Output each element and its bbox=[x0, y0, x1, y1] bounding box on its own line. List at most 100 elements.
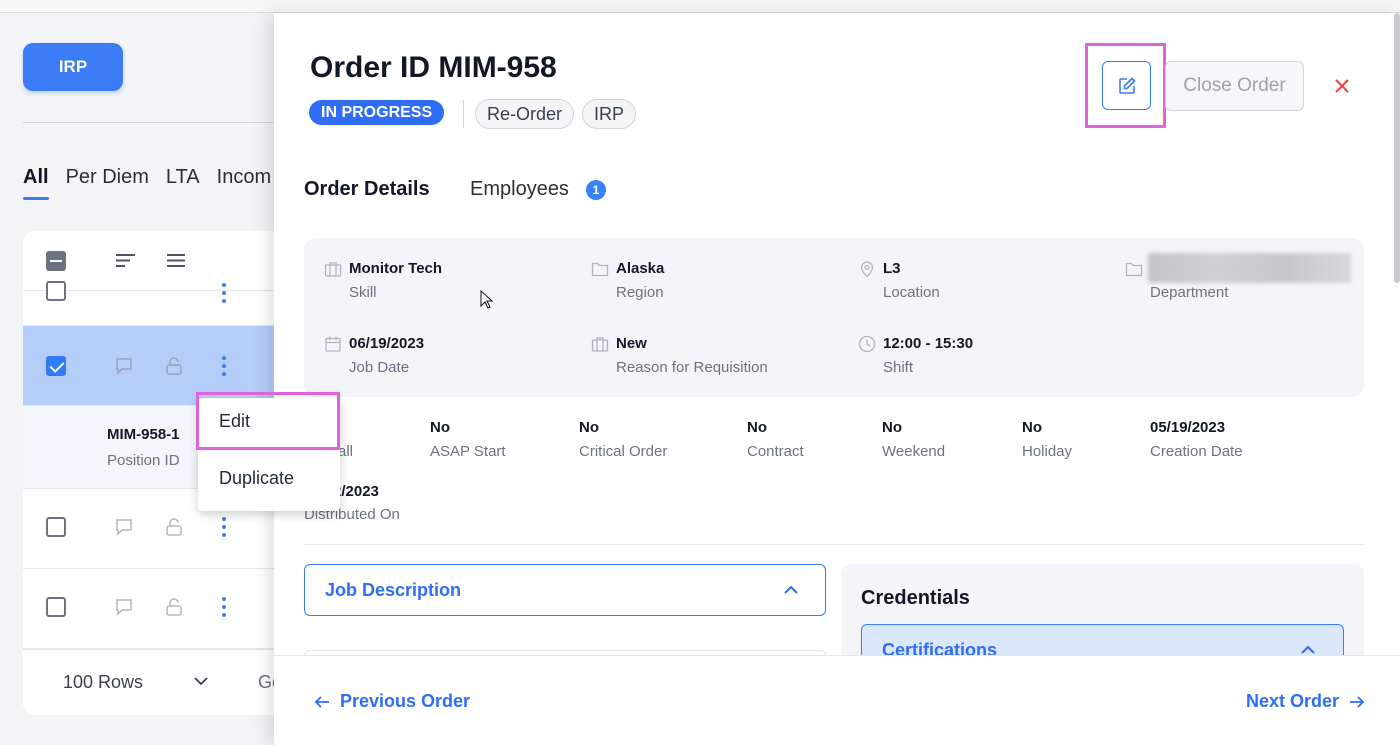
previous-order-button[interactable]: Previous Order bbox=[314, 691, 470, 712]
region-value: Alaska bbox=[616, 260, 665, 277]
location-pin-icon bbox=[860, 261, 874, 278]
flag-value: No bbox=[747, 419, 767, 436]
comment-icon[interactable] bbox=[114, 597, 134, 617]
briefcase-icon bbox=[591, 337, 609, 352]
flag-critical-order: No Critical Order bbox=[579, 419, 667, 460]
tab-incomplete[interactable]: Incom bbox=[217, 166, 271, 189]
reason-label: Reason for Requisition bbox=[616, 359, 768, 376]
next-order-button[interactable]: Next Order bbox=[1246, 691, 1365, 712]
shift-value: 12:00 - 15:30 bbox=[883, 335, 974, 352]
flag-asap-start: No ASAP Start bbox=[430, 419, 506, 460]
row-actions-icon[interactable] bbox=[221, 356, 227, 376]
briefcase-icon bbox=[324, 262, 342, 277]
unlock-icon[interactable] bbox=[164, 597, 184, 617]
flag-value: No bbox=[1022, 419, 1042, 436]
irp-button[interactable]: IRP bbox=[23, 43, 123, 91]
panel-footer: Previous Order Next Order bbox=[274, 655, 1400, 745]
folder-icon bbox=[1125, 262, 1143, 277]
position-id-label: Position ID bbox=[107, 452, 180, 469]
flag-value: No bbox=[430, 419, 450, 436]
tag-irp: IRP bbox=[582, 99, 637, 129]
flag-holiday: No Holiday bbox=[1022, 419, 1072, 460]
clock-icon bbox=[858, 335, 876, 353]
flag-value: No bbox=[579, 419, 599, 436]
comment-icon[interactable] bbox=[114, 517, 134, 537]
flag-weekend: No Weekend bbox=[882, 419, 945, 460]
job-description-label: Job Description bbox=[325, 580, 462, 600]
divider bbox=[23, 122, 278, 123]
tab-lta[interactable]: LTA bbox=[166, 166, 200, 189]
flag-label: Critical Order bbox=[579, 443, 668, 460]
flag-contract: No Contract bbox=[747, 419, 804, 460]
chevron-down-icon[interactable] bbox=[193, 673, 209, 689]
flag-creation-date: 05/19/2023 Creation Date bbox=[1150, 419, 1243, 460]
flag-label: all bbox=[338, 443, 354, 460]
reason-value: New bbox=[616, 335, 647, 352]
edit-order-button[interactable] bbox=[1102, 61, 1151, 110]
shift-label: Shift bbox=[883, 359, 914, 376]
table-row[interactable] bbox=[23, 569, 283, 649]
flag-label: ASAP Start bbox=[430, 443, 506, 460]
top-bar bbox=[0, 0, 1400, 13]
flag-value: 05/19/2023 bbox=[1150, 419, 1226, 436]
job-date-label: Job Date bbox=[349, 359, 410, 376]
row-actions-icon[interactable] bbox=[221, 597, 227, 617]
close-icon[interactable] bbox=[1333, 77, 1351, 95]
location-value: L3 bbox=[883, 260, 901, 277]
flag-label: Holiday bbox=[1022, 443, 1073, 460]
table-row[interactable] bbox=[23, 281, 283, 326]
select-all-checkbox[interactable] bbox=[46, 251, 66, 271]
employees-count-badge: 1 bbox=[586, 180, 606, 200]
flag-value: No bbox=[882, 419, 902, 436]
calendar-icon bbox=[325, 336, 341, 352]
status-badge: IN PROGRESS bbox=[309, 100, 445, 125]
tag-reorder: Re-Order bbox=[475, 99, 575, 129]
tab-employees[interactable]: Employees bbox=[470, 178, 569, 201]
row-checkbox[interactable] bbox=[46, 281, 66, 301]
row-checkbox[interactable] bbox=[46, 356, 66, 376]
skill-value: Monitor Tech bbox=[349, 260, 443, 277]
skill-label: Skill bbox=[349, 284, 377, 301]
row-checkbox[interactable] bbox=[46, 597, 66, 617]
menu-item-duplicate[interactable]: Duplicate bbox=[198, 452, 340, 504]
department-value-redacted bbox=[1148, 253, 1351, 283]
order-type-tabs: All Per Diem LTA Incom bbox=[23, 166, 288, 200]
scrollbar[interactable] bbox=[1394, 13, 1400, 283]
row-actions-icon[interactable] bbox=[221, 283, 227, 303]
row-checkbox[interactable] bbox=[46, 517, 66, 537]
mouse-cursor-icon bbox=[480, 290, 494, 309]
row-context-menu: Edit Duplicate bbox=[196, 392, 340, 511]
position-id-value: MIM-958-1 bbox=[107, 426, 180, 443]
divider bbox=[463, 100, 464, 128]
unlock-icon[interactable] bbox=[164, 517, 184, 537]
flag-label: Weekend bbox=[882, 443, 946, 460]
tab-per-diem[interactable]: Per Diem bbox=[66, 166, 149, 189]
rows-per-page[interactable]: 100 Rows bbox=[63, 672, 143, 693]
tab-order-details[interactable]: Order Details bbox=[304, 178, 430, 201]
job-description-accordion[interactable]: Job Description bbox=[304, 564, 826, 616]
row-actions-icon[interactable] bbox=[221, 517, 227, 537]
sort-icon[interactable] bbox=[116, 253, 135, 268]
job-date-value: 06/19/2023 bbox=[349, 335, 425, 352]
flag-label: Creation Date bbox=[1150, 443, 1243, 460]
grid-footer: 100 Rows Go bbox=[23, 649, 283, 715]
menu-item-edit[interactable]: Edit bbox=[196, 392, 340, 450]
order-details-panel: Order ID MIM-958 IN PROGRESS Re-Order IR… bbox=[274, 13, 1400, 745]
credentials-title: Credentials bbox=[861, 587, 970, 609]
department-label: Department bbox=[1150, 284, 1229, 301]
folder-icon bbox=[591, 262, 609, 277]
arrow-left-icon bbox=[314, 695, 329, 708]
order-title: Order ID MIM-958 bbox=[310, 51, 557, 84]
flag-label: Contract bbox=[747, 443, 804, 460]
tab-all[interactable]: All bbox=[23, 166, 49, 200]
comment-icon[interactable] bbox=[114, 356, 134, 376]
previous-order-label: Previous Order bbox=[340, 691, 471, 711]
unlock-icon[interactable] bbox=[164, 356, 184, 376]
order-info-box: Monitor Tech Skill Alaska Region L3 Loca… bbox=[304, 238, 1364, 397]
columns-menu-icon[interactable] bbox=[167, 253, 185, 268]
close-order-button[interactable]: Close Order bbox=[1165, 61, 1304, 111]
chevron-up-icon[interactable] bbox=[783, 582, 799, 598]
region-label: Region bbox=[616, 284, 664, 301]
divider bbox=[304, 544, 1364, 545]
next-order-label: Next Order bbox=[1245, 691, 1339, 711]
